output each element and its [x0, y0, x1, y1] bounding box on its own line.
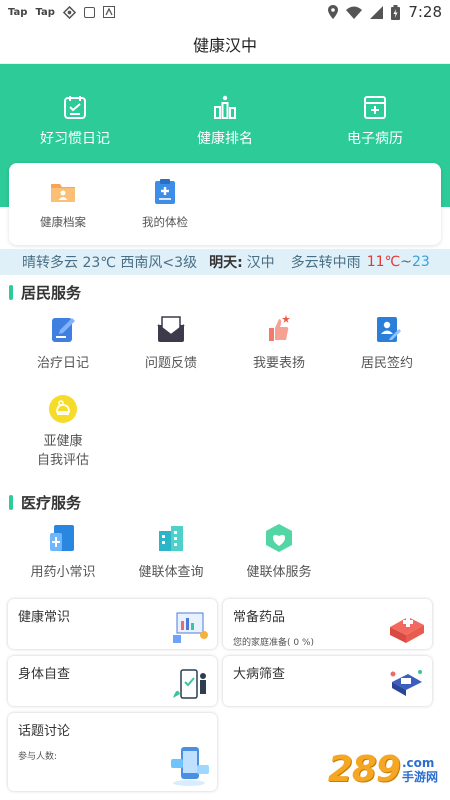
hospital-service-icon: [266, 524, 292, 552]
self-check-illustration-icon: [173, 669, 206, 699]
medical-services-grid: 用药小常识 健联体查询 健联体服务: [9, 523, 450, 580]
service-label: 居民签约: [360, 356, 413, 371]
screening-illustration-icon: [390, 670, 422, 696]
quick-label: 我的体检: [142, 215, 188, 229]
service-resident-sign[interactable]: 居民签约: [333, 314, 441, 394]
weather-sep: ~: [400, 254, 412, 270]
service-praise[interactable]: 我要表扬: [225, 314, 333, 394]
status-app-label: Tap: [8, 6, 28, 18]
android-icon: [102, 6, 115, 18]
service-subhealth-assessment[interactable]: 亚健康 自我评估: [9, 394, 117, 484]
tile-body-self-check[interactable]: 身体自查: [8, 656, 217, 706]
weather-today: 晴转多云 23℃ 西南风<3级: [22, 255, 198, 271]
sync-icon: [62, 5, 76, 19]
service-hospital-service[interactable]: 健联体服务: [225, 523, 333, 580]
page-title: 健康汉中: [192, 35, 257, 55]
medicine-box-icon: [390, 617, 424, 643]
section-marker: [9, 285, 13, 300]
quick-my-checkup[interactable]: 我的体检: [129, 163, 201, 245]
diary-icon: [64, 96, 86, 119]
service-label: 健联体查询: [138, 565, 204, 580]
section-marker: [9, 495, 13, 510]
medical-record-icon: [364, 96, 386, 119]
service-label: 我要表扬: [252, 356, 305, 371]
ranking-icon: [214, 95, 236, 119]
treatment-diary-icon: [52, 318, 75, 342]
health-file-icon: [51, 184, 75, 202]
weather-low: 23: [411, 254, 430, 270]
nav-label: 电子病历: [347, 131, 403, 147]
watermark-number: 289: [327, 749, 401, 790]
service-label: 治疗日记: [36, 356, 89, 371]
watermark-text: .com 手游网: [400, 756, 438, 784]
status-app-label: Tap: [35, 6, 55, 18]
location-icon: [328, 5, 339, 19]
quick-access-card: 健康档案 我的体检: [9, 163, 441, 245]
praise-icon: [269, 315, 290, 341]
checkup-icon: [155, 179, 175, 204]
quick-label: 健康档案: [40, 215, 86, 229]
feedback-icon: [157, 316, 185, 342]
app-title-bar: 健康汉中: [0, 24, 450, 64]
sign-contract-icon: [377, 317, 401, 342]
tile-common-medicine[interactable]: 常备药品 您的家庭准备( 0 %): [223, 599, 432, 649]
battery-icon: [391, 4, 401, 20]
nav-label: 健康排名: [197, 131, 253, 147]
nav-label: 好习惯日记: [40, 131, 110, 147]
weather-tomorrow: 多云转中雨: [290, 255, 361, 271]
watermark-logo: 289 .com 手游网: [328, 749, 438, 790]
hospital-query-icon: [159, 526, 183, 551]
service-medication[interactable]: 用药小常识: [9, 523, 117, 580]
weather-ticker: 晴转多云 23℃ 西南风<3级 明天: 汉中 多云转中雨 11℃ ~ 23: [0, 249, 450, 275]
weather-city: 汉中: [246, 255, 275, 271]
status-bar: Tap Tap 7:28: [0, 0, 450, 24]
quick-health-file[interactable]: 健康档案: [27, 163, 99, 245]
tile-health-knowledge[interactable]: 健康常识: [8, 599, 217, 649]
service-label-group: 亚健康 自我评估: [37, 432, 89, 470]
weather-high: 11℃: [366, 254, 401, 270]
discussion-illustration-icon: [171, 747, 209, 786]
tile-topic-discussion[interactable]: 话题讨论 参与人数:: [8, 713, 217, 791]
service-hospital-query[interactable]: 健联体查询: [117, 523, 225, 580]
weather-tomorrow-label: 明天:: [209, 255, 243, 271]
service-label: 亚健康: [43, 434, 83, 449]
tile-title: 话题讨论: [18, 724, 71, 739]
knowledge-illustration-icon: [173, 612, 208, 643]
medication-icon: [50, 525, 74, 551]
tile-disease-screening[interactable]: 大病筛查: [223, 656, 432, 706]
section-title: 居民服务: [21, 284, 82, 302]
wifi-icon: [346, 6, 363, 19]
service-label: 问题反馈: [144, 356, 197, 371]
main-nav: 好习惯日记 健康排名 电子病历: [0, 94, 450, 148]
watermark-cn: 手游网: [401, 769, 438, 784]
service-label-line2: 自我评估: [36, 453, 89, 468]
service-label: 用药小常识: [30, 565, 96, 580]
signal-icon: [370, 5, 384, 19]
nav-habit-diary[interactable]: 好习惯日记: [0, 94, 150, 148]
service-treatment-diary[interactable]: 治疗日记: [9, 314, 117, 394]
subhealth-icon: [49, 395, 77, 423]
service-feedback[interactable]: 问题反馈: [117, 314, 225, 394]
watermark-domain: .com: [401, 755, 435, 770]
nav-medical-record[interactable]: 电子病历: [300, 94, 450, 148]
notification-icon: [83, 6, 95, 18]
section-resident-services: 居民服务: [9, 282, 81, 303]
resident-services-grid: 治疗日记 问题反馈 我要表扬 居民签约 亚健康自我评估: [9, 314, 450, 484]
section-medical-services: 医疗服务: [9, 492, 81, 513]
status-time: 7:28: [408, 3, 442, 21]
section-title: 医疗服务: [21, 494, 82, 512]
nav-health-ranking[interactable]: 健康排名: [150, 94, 300, 148]
service-label: 健联体服务: [246, 565, 312, 580]
